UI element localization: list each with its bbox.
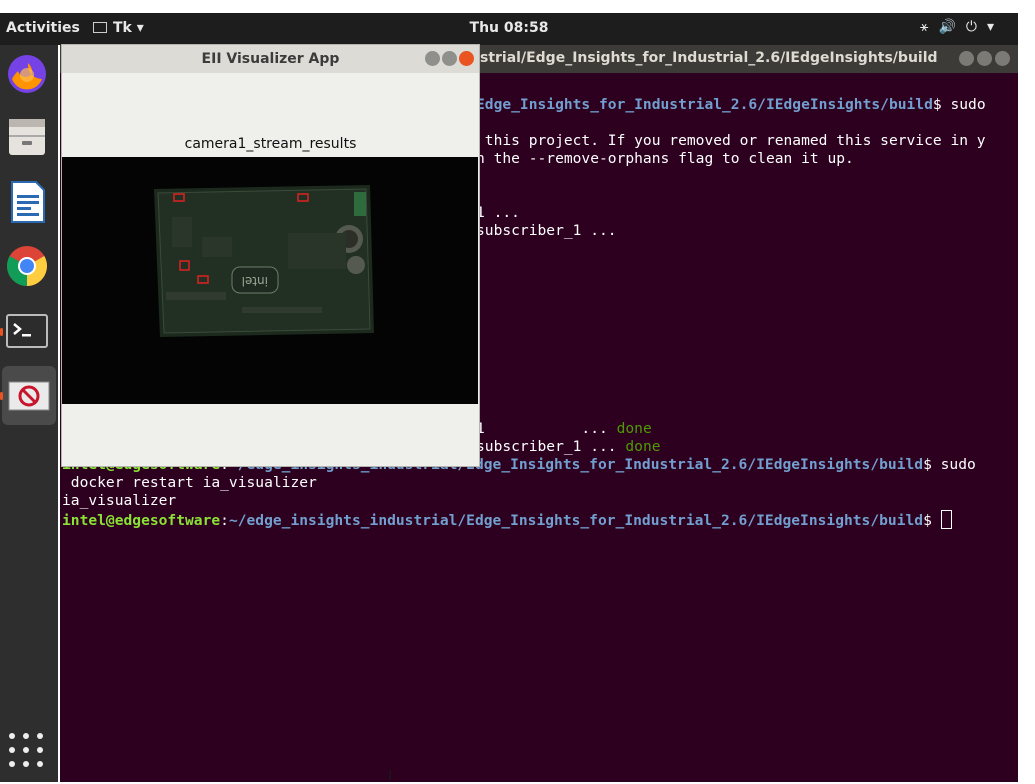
terminal-line: ia_visualizer (62, 492, 177, 509)
stream-label: camera1_stream_results (184, 136, 357, 152)
close-button[interactable] (459, 51, 474, 66)
system-menu[interactable]: ⚹🔊⏻▾ (920, 19, 1004, 35)
window-controls (956, 51, 1010, 70)
text-cursor (940, 510, 952, 529)
svg-text:intel: intel (242, 274, 268, 288)
terminal-line: Edge_Insights_for_Industrial_2.6/IEdgeIn… (476, 96, 986, 113)
visualizer-icon (8, 381, 50, 411)
running-indicator (0, 328, 3, 336)
terminal-line: subscriber_1 ... done (476, 438, 661, 455)
terminal-launcher[interactable] (4, 307, 50, 353)
terminal-line: this project. If you removed or renamed … (476, 132, 986, 149)
clock[interactable]: Thu 08:58 (0, 20, 1018, 36)
volume-icon: 🔊 (938, 19, 966, 35)
visualizer-launcher[interactable] (2, 366, 56, 425)
close-button[interactable] (995, 51, 1010, 66)
terminal-line: 1 ... done (476, 420, 652, 437)
window-controls (423, 51, 474, 70)
terminal-icon (6, 314, 48, 348)
visualizer-titlebar[interactable]: EII Visualizer App (62, 45, 479, 73)
terminal-line: 1 ... (476, 204, 520, 221)
terminal-title: strial/Edge_Insights_for_Industrial_2.6/… (480, 50, 938, 66)
terminal-line: n the --remove-orphans flag to clean it … (476, 150, 854, 167)
maximize-button[interactable] (977, 51, 992, 66)
dock (0, 45, 58, 782)
firefox-launcher[interactable] (4, 51, 50, 97)
pcb-board-image: intel (154, 185, 374, 337)
writer-icon (11, 181, 45, 223)
firefox-icon (8, 55, 46, 93)
network-icon: ⚹ (920, 19, 939, 35)
terminal-prompt-line: intel@edgesoftware:~/edge_insights_indus… (62, 510, 952, 530)
maximize-button[interactable] (442, 51, 457, 66)
visualizer-title: EII Visualizer App (201, 51, 340, 67)
writer-launcher[interactable] (4, 179, 50, 225)
files-launcher[interactable] (4, 115, 50, 161)
terminal-line: docker restart ia_visualizer (62, 474, 317, 491)
video-frame: intel (62, 157, 478, 404)
power-icon: ⏻ (965, 19, 987, 35)
show-applications-icon[interactable] (9, 733, 45, 769)
top-bar: Activities Tk ▾ Thu 08:58 ⚹🔊⏻▾ (0, 13, 1018, 45)
chrome-launcher[interactable] (4, 243, 50, 289)
minimize-button[interactable] (425, 51, 440, 66)
menu-arrow-icon: ▾ (986, 19, 1004, 35)
files-icon (9, 119, 45, 155)
terminal-line: subscriber_1 ... (476, 222, 617, 239)
chrome-icon (7, 246, 47, 286)
visualizer-window[interactable]: EII Visualizer App camera1_stream_result… (61, 44, 480, 467)
running-indicator (0, 392, 3, 400)
minimize-button[interactable] (959, 51, 974, 66)
